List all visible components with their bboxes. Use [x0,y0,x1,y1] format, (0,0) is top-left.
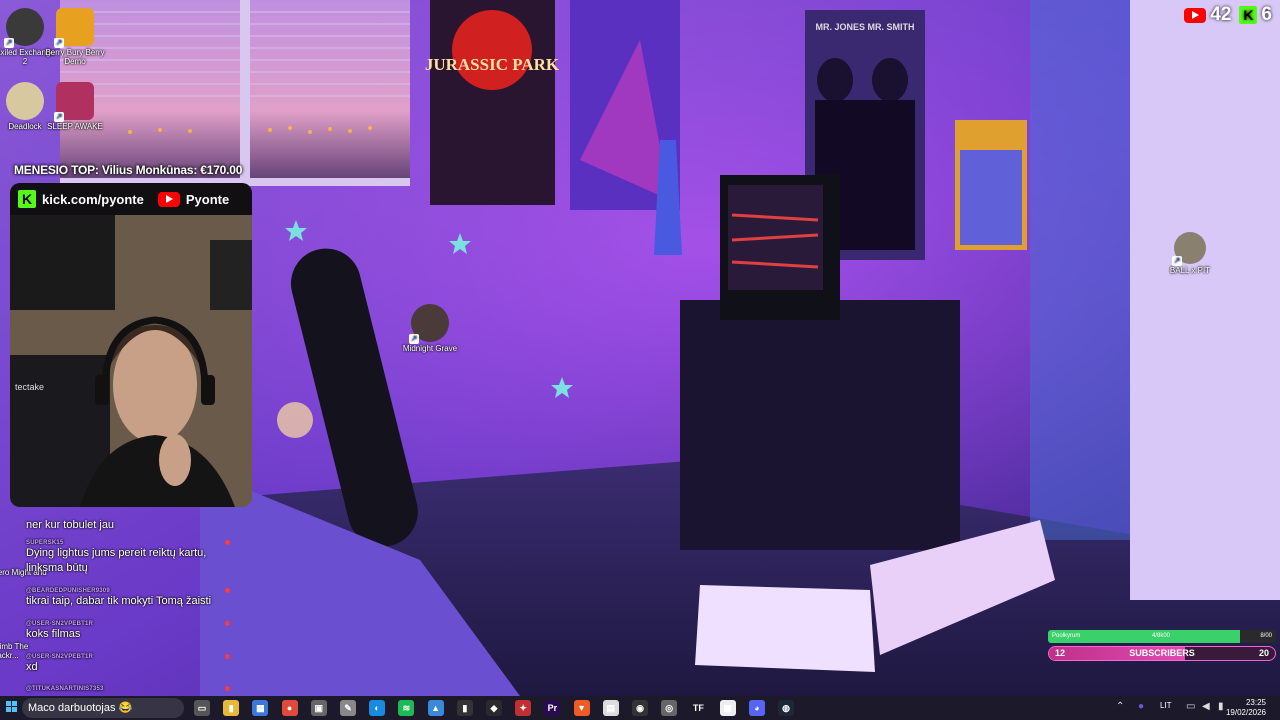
chair-brand-label: tectake [15,382,44,392]
taskbar-discord-icon[interactable]: ◕ [748,700,765,716]
taskbar-premiere-icon[interactable]: Pr [544,700,561,716]
kick-channel-url: kick.com/pyonte [42,191,144,207]
taskbar-ms-store-icon[interactable]: ▦ [252,700,269,716]
kick-icon: K [18,190,36,208]
taskbar-search-box[interactable]: Maco darbuotojas 😂 [22,698,184,718]
start-button[interactable] [6,701,18,713]
stream-chat: ner kur tobulet jau SUPERSK15 Dying ligh… [0,512,232,696]
subscriber-goal-bar: 12 SUBSCRIBERS 20 [1048,646,1276,661]
clock-time: 23:25 [1245,698,1266,707]
midnight-grave-icon: ↗ [409,304,449,344]
keyboard-language[interactable]: LIT [1160,701,1172,710]
webcam-overlay: K kick.com/pyonte Pyonte tectake [10,183,252,507]
svg-text:JURASSIC PARK: JURASSIC PARK [425,55,560,74]
taskbar-photos-icon[interactable]: ▲ [427,700,444,716]
chat-message-text: koks filmas [26,628,81,640]
taskbar-task-view-icon[interactable]: ▭ [194,700,210,716]
desktop-icon-ball-x-pit[interactable]: ↗ BALL x PIT [1160,232,1220,275]
taskbar-app-19-icon[interactable]: ▣ [719,700,736,716]
chat-message: @TITUKASNARTINIS7353 [26,686,230,692]
clock-date: 19/02/2026 [1225,708,1266,717]
desktop-icon-label: SLEEP AWAKE [47,122,103,131]
youtube-badge-icon [225,540,230,545]
ball-x-pit-icon: ↗ [1172,232,1206,266]
chat-message: @USER-SN2VPEBT1R koks filmas [26,621,230,642]
subscriber-label: SUBSCRIBERS [1129,648,1195,658]
taskbar-brave-icon[interactable]: ▼ [573,700,590,716]
taskbar-capcut-icon[interactable]: ◆ [486,700,502,716]
youtube-icon [157,191,180,207]
taskbar-app-12-icon[interactable]: ✦ [515,700,532,716]
subscriber-goal: 20 [1258,648,1269,658]
follower-goal-mid: 4/8k00 [1152,633,1171,639]
webcam-feed: tectake [10,215,252,507]
taskbar-steam-icon[interactable]: ◍ [778,700,794,716]
taskbar-app-5-icon[interactable]: ▣ [310,700,327,716]
taskbar-spotify-icon[interactable]: ≋ [398,700,415,716]
chat-message: ner kur tobulet jau [26,518,226,533]
chat-username: @TITUKASNARTINIS7353 [26,686,104,692]
viewer-counts: 42 K 6 [1184,4,1272,26]
desktop-icon-sleep-awake[interactable]: ↗ SLEEP AWAKE [45,82,105,131]
chat-message-text: Dying lightus jums pereit reiktų kartu, … [26,547,207,574]
battery-icon[interactable]: ▮ [1218,701,1224,712]
youtube-viewer-count: 42 [1210,4,1232,25]
taskbar-app-15-icon[interactable]: ▤ [602,700,619,716]
top-donor-banner: MENESIO TOP: Vilius Monkūnas: €170.00 [14,163,243,177]
network-icon[interactable]: ▭ [1186,701,1195,712]
youtube-badge-icon [225,654,230,659]
webcam-header: K kick.com/pyonte Pyonte [10,183,252,215]
taskbar-tf-app-icon[interactable]: TF [690,700,707,716]
follower-goal-target: 8/00 [1260,633,1272,639]
youtube-badge-icon [225,621,230,626]
chat-message-text: tikrai taip, dabar tik mokyti Tomą žaist… [26,595,212,607]
youtube-channel-name: Pyonte [185,191,230,207]
desktop-icon-label: Berry Bury Berry Demo [45,48,105,66]
desktop-icon-label: Midnight Grave [402,344,458,353]
svg-text:MR. JONES MR. SMITH: MR. JONES MR. SMITH [815,22,914,32]
desktop-icon-berry-bury[interactable]: ↗ Berry Bury Berry Demo [45,8,105,66]
follower-goal-name: Poolkyrum [1052,633,1081,639]
desktop-icon-midnight-grave[interactable]: ↗ Midnight Grave [400,304,460,353]
sleep-awake-icon: ↗ [54,82,94,122]
youtube-badge-icon [225,686,230,691]
chat-message: @BEARDEDPUNISHER9309 tikrai taip, dabar … [26,588,230,609]
tray-overflow-icon[interactable]: ⌃ [1116,701,1124,712]
taskbar-edge-icon[interactable]: ◐ [369,700,386,716]
taskbar-clock[interactable]: 23:25 19/02/2026 [1226,698,1266,718]
taskbar-terminal-icon[interactable]: ▮ [456,700,473,716]
youtube-icon [1184,7,1207,23]
kick-icon: K [1239,6,1258,24]
taskbar-chrome-icon[interactable]: ● [281,700,298,716]
kick-viewer-count: 6 [1261,4,1272,25]
volume-icon[interactable]: ◀ [1202,701,1210,712]
subscriber-goal-widget: Poolkyrum 4/8k00 8/00 12 SUBSCRIBERS 20 [1048,630,1276,661]
chat-message: @USER-SN2VPEBT1R xd [26,654,230,675]
chat-message: SUPERSK15 Dying lightus jums pereit reik… [26,540,230,576]
taskbar: Maco darbuotojas 😂 ▭ ▮ ▦ ● ▣ ✎ ◐ ≋ ▲ ▮ ◆ ✦ Pr ▼ ▤ ◉ ◎ TF ▣… [0,696,1280,720]
taskbar-app-17-icon[interactable]: ◎ [661,700,678,716]
taskbar-obs-icon[interactable]: ◉ [632,700,648,716]
follower-goal-bar: Poolkyrum 4/8k00 8/00 [1048,630,1276,643]
berry-bury-icon: ↗ [54,8,94,48]
taskbar-app-6-icon[interactable]: ✎ [340,700,356,716]
desktop-icon-label: BALL x PIT [1169,266,1211,275]
exiled-exchange-icon: ↗ [4,8,44,48]
deadlock-icon [6,82,44,120]
taskbar-file-explorer-icon[interactable]: ▮ [223,700,240,716]
tray-app-icon[interactable]: ● [1138,701,1144,712]
chat-message-text: xd [26,661,38,673]
youtube-badge-icon [225,588,230,593]
chat-message-text: ner kur tobulet jau [26,519,115,531]
